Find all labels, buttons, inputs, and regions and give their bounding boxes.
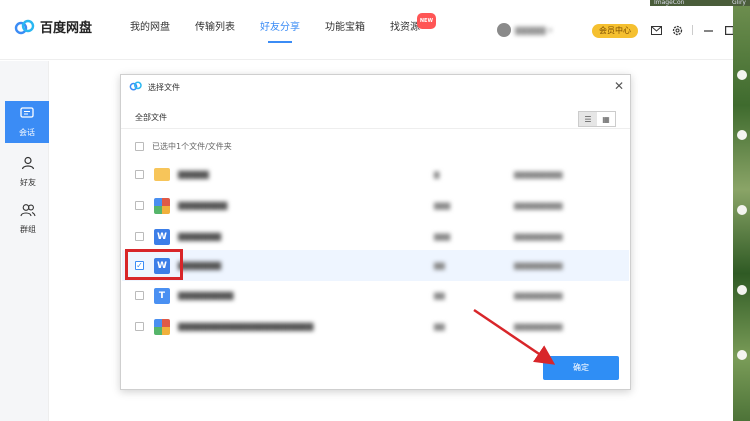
folder-icon: [154, 168, 170, 181]
select-file-dialog: 选择文件 ✕ 全部文件 ☰ ▦ 已选中1个文件/文件夹 ▇▇▇▇▇ ▇ ▇▇▇▇…: [120, 74, 631, 390]
close-icon[interactable]: ✕: [614, 79, 624, 93]
file-row[interactable]: W ▇▇▇▇▇▇▇ ▇▇▇ ▇▇▇▇▇▇▇▇▇: [122, 221, 629, 252]
confirm-button[interactable]: 确定: [543, 356, 619, 380]
file-row[interactable]: T ▇▇▇▇▇▇▇▇▇ ▇▇ ▇▇▇▇▇▇▇▇▇: [122, 280, 629, 311]
nav-transfer-list[interactable]: 传输列表: [195, 21, 235, 43]
nav-find-resources-label: 找资源: [390, 22, 420, 33]
sidebar-item-groups[interactable]: 群组: [7, 198, 49, 240]
desktop-flower: [737, 70, 747, 80]
file-size-blurred: ▇▇: [434, 291, 445, 300]
file-name-blurred: ▇▇▇▇▇▇▇▇▇▇▇▇▇▇▇▇▇▇▇▇▇▇: [178, 322, 314, 331]
row-checkbox[interactable]: [135, 322, 144, 331]
sidebar-item-chat[interactable]: 会话: [5, 101, 49, 143]
list-view-icon[interactable]: ☰: [579, 112, 597, 126]
file-date-blurred: ▇▇▇▇▇▇▇▇▇: [514, 232, 563, 241]
nav-friend-share[interactable]: 好友分享: [260, 21, 300, 43]
selection-highlight-annotation: [125, 249, 183, 280]
file-date-blurred: ▇▇▇▇▇▇▇▇▇: [514, 322, 563, 331]
file-size-blurred: ▇▇: [434, 322, 445, 331]
desktop-flower: [737, 130, 747, 140]
sidebar-item-label: 群组: [20, 225, 36, 234]
select-all-checkbox[interactable]: [135, 142, 144, 151]
top-bar: 百度网盘 我的网盘 传输列表 好友分享 功能宝箱 找资源 NEW ▇▇▇▇▇ ▾…: [0, 0, 750, 60]
file-row-selected[interactable]: ✓ W ▇▇▇▇▇▇▇ ▇▇ ▇▇▇▇▇▇▇▇▇: [122, 250, 629, 281]
file-row[interactable]: ▇▇▇▇▇▇▇▇▇▇▇▇▇▇▇▇▇▇▇▇▇▇ ▇▇ ▇▇▇▇▇▇▇▇▇: [122, 311, 629, 342]
dialog-title-bar: 选择文件: [121, 75, 630, 99]
minimize-icon[interactable]: [702, 24, 714, 36]
row-checkbox[interactable]: [135, 232, 144, 241]
nav-my-disk[interactable]: 我的网盘: [130, 21, 170, 43]
vip-center-button[interactable]: 会员中心: [592, 24, 638, 38]
nav-find-resources[interactable]: 找资源 NEW: [390, 13, 436, 43]
file-date-blurred: ▇▇▇▇▇▇▇▇▇: [514, 170, 563, 179]
cloud-logo-icon: [129, 81, 143, 94]
selection-info-text: 已选中1个文件/文件夹: [152, 142, 232, 151]
breadcrumb[interactable]: 全部文件: [135, 112, 167, 123]
group-icon: [20, 203, 36, 221]
file-name-blurred: ▇▇▇▇▇▇▇▇▇: [178, 291, 234, 300]
desktop-background: [733, 0, 750, 421]
selection-summary: 已选中1个文件/文件夹: [135, 141, 232, 152]
file-size-blurred: ▇▇▇: [434, 232, 451, 241]
nav-feature-box[interactable]: 功能宝箱: [325, 21, 365, 43]
row-checkbox[interactable]: [135, 201, 144, 210]
baidu-netdisk-window: 百度网盘 我的网盘 传输列表 好友分享 功能宝箱 找资源 NEW ▇▇▇▇▇ ▾…: [0, 0, 750, 421]
grid-view-icon[interactable]: ▦: [597, 112, 615, 126]
file-date-blurred: ▇▇▇▇▇▇▇▇▇: [514, 291, 563, 300]
file-name-blurred: ▇▇▇▇▇: [178, 170, 209, 179]
main-nav: 我的网盘 传输列表 好友分享 功能宝箱 找资源 NEW: [130, 13, 445, 43]
file-name-blurred: ▇▇▇▇▇▇▇▇: [178, 201, 228, 210]
dialog-toolbar: 全部文件 ☰ ▦: [121, 103, 630, 129]
desktop-label: Gliry: [731, 0, 746, 6]
archive-file-icon: [154, 318, 170, 335]
row-checkbox[interactable]: [135, 170, 144, 179]
desktop-label: ImageCon: [654, 0, 685, 6]
sidebar-item-label: 好友: [20, 178, 36, 187]
new-badge: NEW: [416, 13, 436, 29]
logo: 百度网盘: [14, 17, 92, 36]
file-row[interactable]: ▇▇▇▇▇ ▇ ▇▇▇▇▇▇▇▇▇: [122, 159, 629, 190]
desktop-flower: [737, 205, 747, 215]
file-date-blurred: ▇▇▇▇▇▇▇▇▇: [514, 261, 563, 270]
desktop-icon-labels: ImageCon Gliry: [650, 0, 750, 6]
word-file-icon: W: [154, 228, 170, 245]
file-size-blurred: ▇: [434, 170, 440, 179]
avatar[interactable]: [497, 23, 511, 37]
friend-icon: [21, 156, 35, 174]
file-row[interactable]: ▇▇▇▇▇▇▇▇ ▇▇▇ ▇▇▇▇▇▇▇▇▇: [122, 190, 629, 221]
sidebar: 会话 好友 群组: [0, 61, 49, 421]
text-file-icon: T: [154, 287, 170, 304]
file-size-blurred: ▇▇▇: [434, 201, 451, 210]
dialog-title: 选择文件: [148, 82, 180, 92]
archive-file-icon: [154, 197, 170, 214]
cloud-logo-icon: [14, 19, 36, 35]
file-date-blurred: ▇▇▇▇▇▇▇▇▇: [514, 201, 563, 210]
sidebar-item-label: 会话: [19, 127, 35, 137]
sidebar-item-friends[interactable]: 好友: [7, 151, 49, 193]
desktop-flower: [737, 285, 747, 295]
file-size-blurred: ▇▇: [434, 261, 445, 270]
row-checkbox[interactable]: [135, 291, 144, 300]
settings-gear-icon[interactable]: [671, 24, 683, 36]
divider: [692, 25, 693, 35]
username-blurred: ▇▇▇▇▇ ▾: [515, 25, 553, 35]
user-area[interactable]: ▇▇▇▇▇ ▾: [497, 23, 552, 37]
view-toggle: ☰ ▦: [578, 111, 616, 127]
mail-icon[interactable]: [650, 24, 662, 36]
file-name-blurred: ▇▇▇▇▇▇▇: [178, 232, 222, 241]
logo-text: 百度网盘: [40, 21, 93, 36]
chat-icon: [20, 106, 34, 124]
desktop-flower: [737, 350, 747, 360]
file-name-blurred: ▇▇▇▇▇▇▇: [178, 261, 222, 270]
